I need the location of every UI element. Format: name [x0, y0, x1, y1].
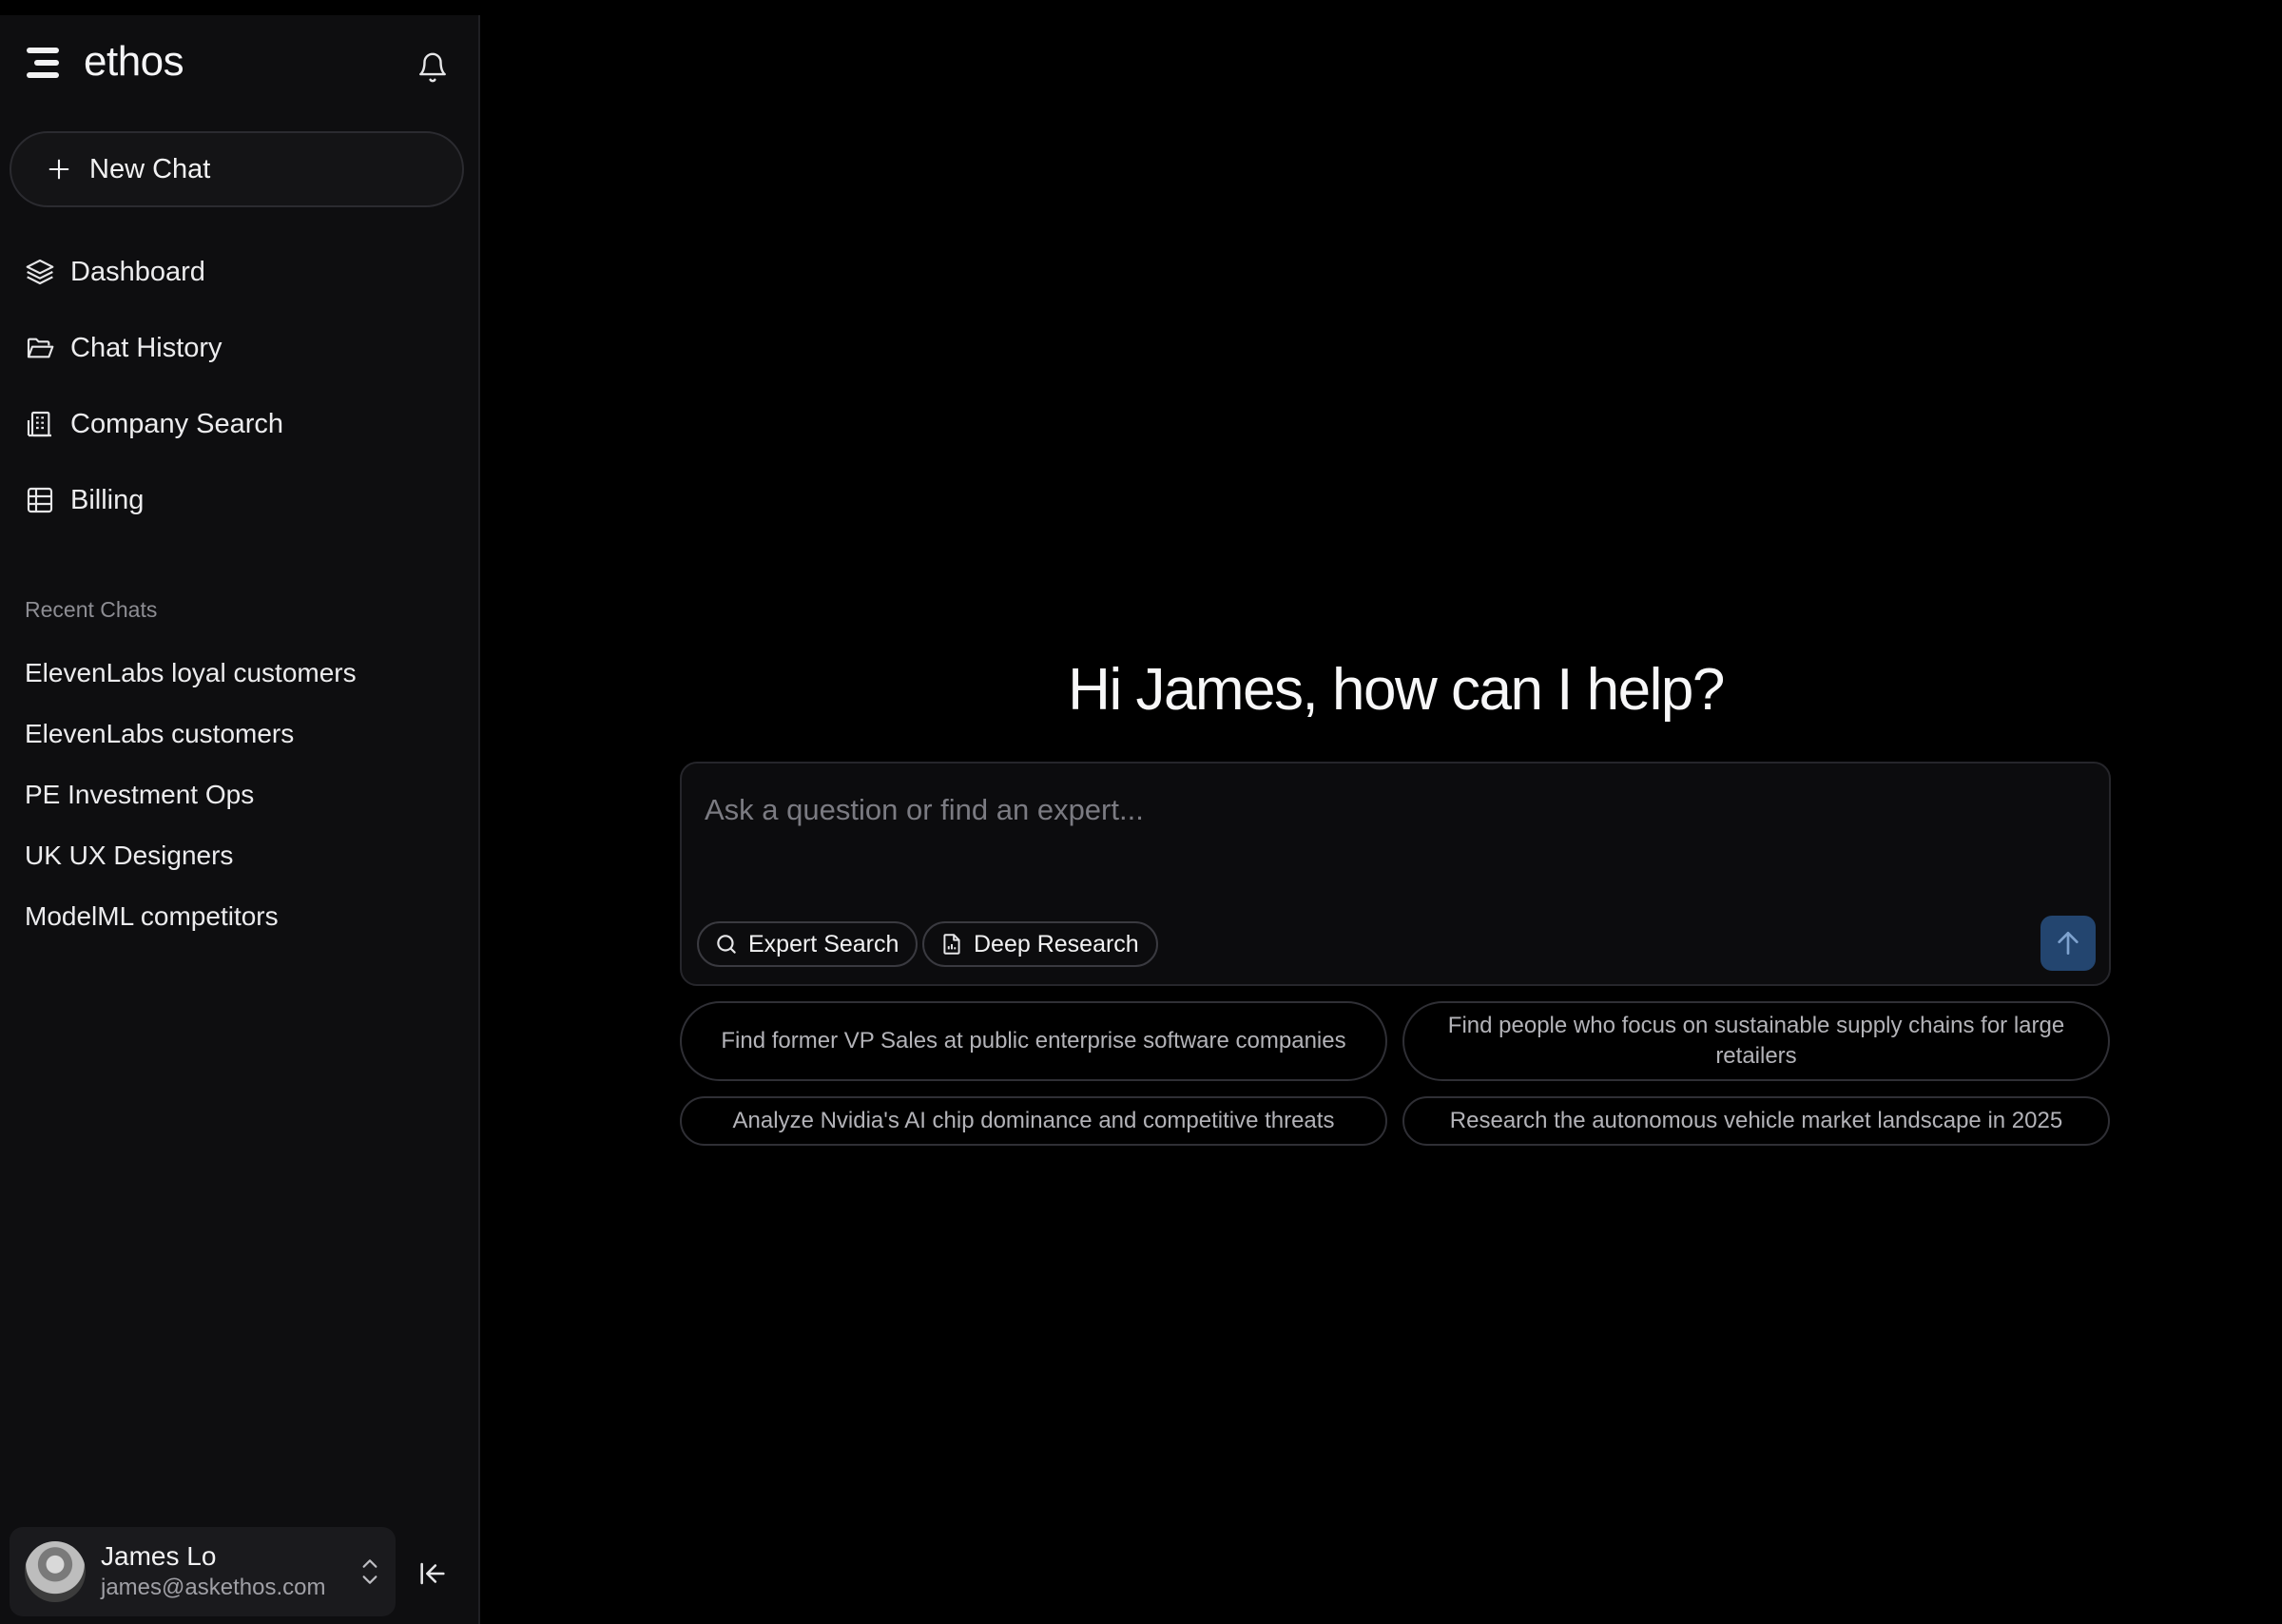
greeting-heading: Hi James, how can I help? — [1068, 657, 1725, 723]
suggestion-chip[interactable]: Analyze Nvidia's AI chip dominance and c… — [680, 1096, 1387, 1146]
avatar — [25, 1541, 86, 1602]
sidebar-item-company-search[interactable]: Company Search — [0, 386, 480, 462]
send-button[interactable] — [2040, 916, 2096, 971]
deep-research-button[interactable]: Deep Research — [922, 921, 1158, 967]
recent-chats-list: ElevenLabs loyal customers ElevenLabs cu… — [0, 643, 480, 947]
table-icon — [27, 487, 53, 513]
new-chat-label: New Chat — [89, 153, 211, 184]
collapse-sidebar-icon[interactable] — [416, 1557, 449, 1590]
suggestion-chip[interactable]: Find people who focus on sustainable sup… — [1402, 1001, 2110, 1081]
new-chat-button[interactable]: New Chat — [10, 131, 464, 207]
building-icon — [27, 411, 51, 437]
sidebar-item-label: Chat History — [70, 332, 222, 363]
sidebar-item-label: Company Search — [70, 408, 284, 439]
sidebar-item-chat-history[interactable]: Chat History — [0, 310, 480, 386]
user-info: James Lo james@askethos.com — [101, 1540, 325, 1603]
recent-chat-item[interactable]: ElevenLabs loyal customers — [0, 643, 480, 704]
sidebar-nav: Dashboard Chat History Company Search Bi… — [0, 234, 480, 538]
plus-icon — [48, 159, 69, 180]
expert-search-button[interactable]: Expert Search — [697, 921, 919, 967]
user-name: James Lo — [101, 1541, 217, 1571]
layers-icon — [26, 259, 54, 285]
sidebar: ethos New Chat Dashboard Chat History Co… — [0, 15, 480, 1624]
sidebar-item-billing[interactable]: Billing — [0, 462, 480, 538]
arrow-up-icon — [2058, 932, 2079, 955]
sidebar-item-label: Billing — [70, 484, 145, 515]
sidebar-header: ethos — [0, 15, 480, 118]
recent-chat-item[interactable]: ModelML competitors — [0, 886, 480, 947]
search-icon — [717, 935, 736, 954]
sidebar-item-dashboard[interactable]: Dashboard — [0, 234, 480, 310]
recent-chats-title: Recent Chats — [25, 597, 158, 622]
expert-search-label: Expert Search — [748, 930, 899, 957]
deep-research-label: Deep Research — [974, 930, 1139, 957]
question-input[interactable] — [705, 786, 2036, 834]
user-email: james@askethos.com — [101, 1575, 326, 1600]
document-chart-icon — [943, 934, 960, 955]
suggestion-chip[interactable]: Research the autonomous vehicle market l… — [1402, 1096, 2110, 1146]
logo: ethos — [84, 38, 184, 85]
chevron-up-down-icon — [362, 1559, 377, 1584]
recent-chat-item[interactable]: UK UX Designers — [0, 825, 480, 886]
menu-icon[interactable] — [25, 44, 63, 82]
recent-chat-item[interactable]: ElevenLabs customers — [0, 704, 480, 764]
composer: Expert Search Deep Research — [680, 762, 2111, 986]
user-menu[interactable]: James Lo james@askethos.com — [10, 1527, 396, 1616]
app-root: ethos New Chat Dashboard Chat History Co… — [0, 0, 2282, 1624]
sidebar-item-label: Dashboard — [70, 256, 205, 287]
bell-icon[interactable] — [416, 51, 449, 84]
suggestion-chip[interactable]: Find former VP Sales at public enterpris… — [680, 1001, 1387, 1081]
folder-icon — [27, 338, 54, 358]
recent-chat-item[interactable]: PE Investment Ops — [0, 764, 480, 825]
